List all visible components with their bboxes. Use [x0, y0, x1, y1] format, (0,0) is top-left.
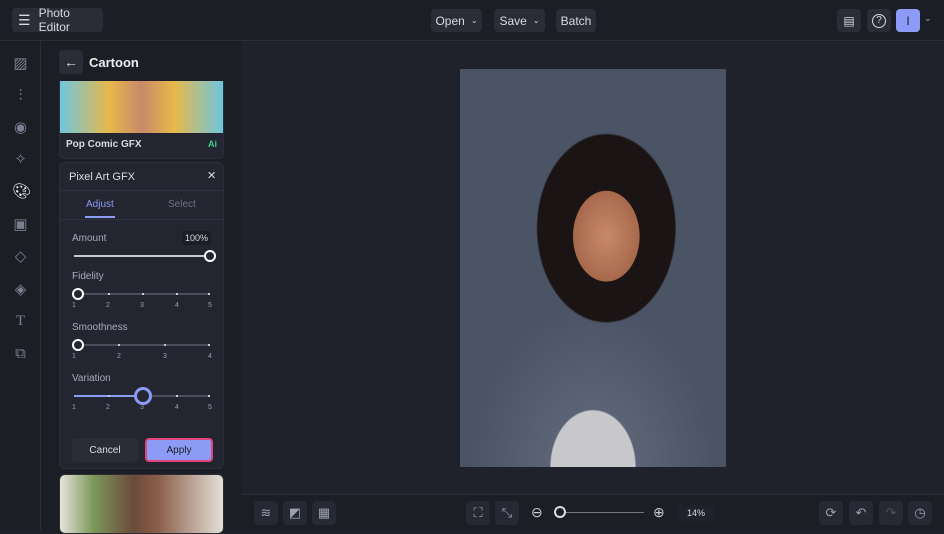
variation-slider[interactable]	[74, 387, 210, 405]
comment-icon: ▤	[843, 13, 855, 28]
zoom-out-icon[interactable]: ⊖	[531, 504, 543, 521]
arrow-left-icon: ←	[64, 54, 78, 70]
variation-label: Variation	[72, 373, 111, 384]
adjust-sliders-icon[interactable]: ⫶	[12, 87, 29, 104]
effect-title: Pixel Art GFX	[69, 171, 136, 183]
canvas-area	[242, 41, 944, 494]
zoom-slider[interactable]	[554, 506, 644, 518]
back-button[interactable]: ←	[59, 50, 83, 74]
edited-photo[interactable]	[460, 69, 726, 467]
preset-thumbnail-next[interactable]	[59, 474, 224, 534]
layers-icon[interactable]: ≋	[254, 501, 278, 525]
fidelity-label: Fidelity	[72, 271, 104, 282]
zoom-handle[interactable]	[554, 506, 566, 518]
panel-title: Cartoon	[89, 55, 139, 70]
fidelity-slider[interactable]	[72, 288, 210, 300]
refresh-icon[interactable]: ⟳	[819, 501, 843, 525]
preset-name: Pop Comic GFX	[66, 139, 142, 150]
help-icon: ?	[872, 13, 886, 28]
avatar[interactable]: I	[896, 9, 920, 32]
hamburger-icon: ☰	[18, 11, 31, 28]
text-icon[interactable]: T	[12, 313, 29, 330]
shapes-icon[interactable]: ◇	[12, 248, 29, 265]
sparkle-effects-icon[interactable]: ✧	[12, 151, 29, 168]
amount-slider[interactable]	[74, 250, 216, 262]
help-button[interactable]: ?	[867, 9, 891, 32]
open-button[interactable]: Open ⌄	[431, 9, 482, 32]
batch-button[interactable]: Batch	[556, 9, 596, 32]
smoothness-handle[interactable]	[72, 339, 84, 351]
app-title: Photo Editor	[38, 6, 70, 34]
undo-icon[interactable]: ↶	[849, 501, 873, 525]
grid-icon[interactable]: ▦	[312, 501, 336, 525]
history-icon[interactable]: ◷	[908, 501, 932, 525]
chevron-down-icon: ⌄	[470, 16, 478, 25]
tab-adjust[interactable]: Adjust	[86, 199, 114, 210]
preset-pop-comic[interactable]: Pop Comic GFX Ai	[59, 81, 224, 159]
preset-thumbnail	[60, 81, 223, 133]
overlay-icon[interactable]: ⧉	[12, 345, 29, 362]
pixel-art-settings: Pixel Art GFX × Adjust Select Amount 100…	[59, 162, 224, 469]
palette-icon[interactable]: 🎨︎	[12, 183, 31, 200]
smoothness-slider[interactable]	[72, 339, 210, 351]
menu-button[interactable]: ☰ Photo Editor	[12, 6, 103, 34]
chevron-down-icon[interactable]: ⌄	[924, 13, 932, 24]
zoom-level[interactable]: 14%	[679, 505, 713, 521]
frame-icon[interactable]: ▣	[12, 216, 29, 233]
chevron-down-icon: ⌄	[532, 16, 540, 25]
fit-screen-icon[interactable]: ⛶	[466, 501, 490, 525]
amount-label: Amount	[72, 233, 107, 244]
eye-icon[interactable]: ◉	[12, 119, 29, 136]
save-label: Save	[499, 13, 527, 28]
fidelity-handle[interactable]	[72, 288, 84, 300]
compare-icon[interactable]: ◩	[283, 501, 307, 525]
cancel-button[interactable]: Cancel	[72, 438, 138, 462]
effects-panel: ← Cartoon Pop Comic GFX Ai Pixel Art GFX…	[41, 41, 242, 534]
variation-handle[interactable]	[134, 387, 152, 405]
zoom-in-icon[interactable]: ⊕	[653, 504, 665, 521]
save-button[interactable]: Save ⌄	[494, 9, 545, 32]
apply-button[interactable]: Apply	[145, 438, 213, 462]
close-icon[interactable]: ×	[207, 167, 216, 184]
redo-icon[interactable]: ↷	[879, 501, 903, 525]
feedback-button[interactable]: ▤	[837, 9, 861, 32]
actual-size-icon[interactable]: ⤡	[495, 501, 519, 525]
bottom-toolbar: ≋ ◩ ▦ ⛶ ⤡ ⊖ ⊕ 14% ⟳ ↶ ↷ ◷	[242, 494, 944, 530]
smoothness-label: Smoothness	[72, 322, 128, 333]
tab-select[interactable]: Select	[168, 199, 196, 210]
amount-value[interactable]: 100%	[181, 231, 211, 245]
open-label: Open	[435, 13, 465, 28]
texture-icon[interactable]: ◈	[12, 281, 29, 298]
ai-badge: Ai	[208, 139, 217, 149]
top-bar: ☰ Photo Editor Open ⌄ Save ⌄ Batch ▤ ? I ⌄	[0, 0, 944, 41]
image-icon[interactable]: ▨	[12, 55, 29, 72]
tool-rail: ▨ ⫶ ◉ ✧ 🎨︎ ▣ ◇ ◈ T ⧉	[0, 41, 41, 530]
amount-handle[interactable]	[204, 250, 216, 262]
